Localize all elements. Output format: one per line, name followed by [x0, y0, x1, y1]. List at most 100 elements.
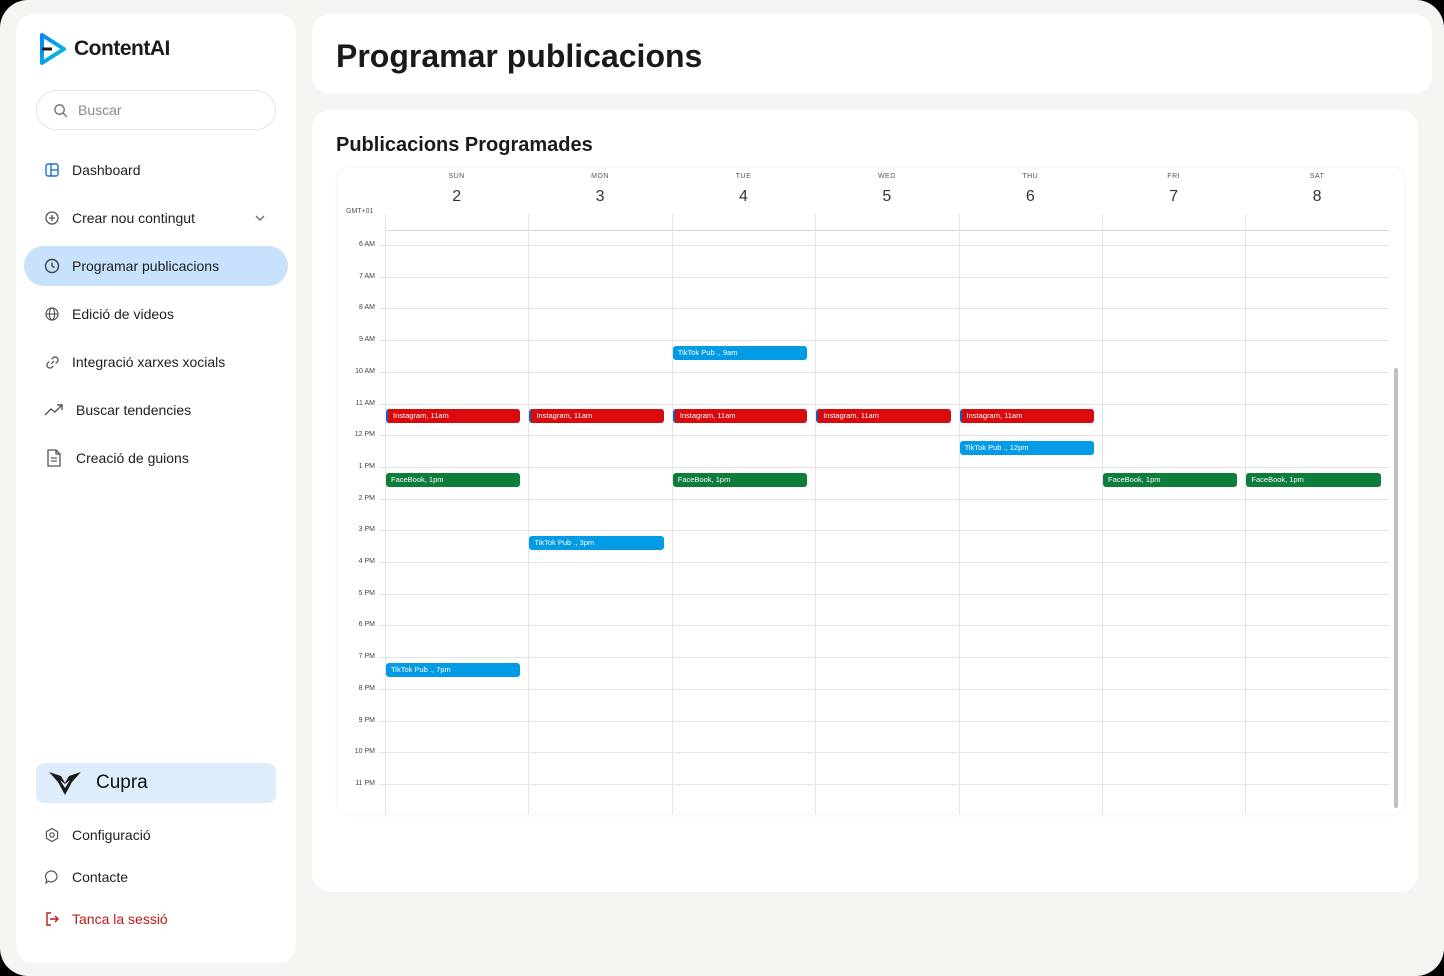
sidebar-item-scripts[interactable]: Creació de guions: [24, 438, 288, 478]
hour-line: [379, 340, 1389, 342]
contentai-logo-icon: [40, 33, 66, 65]
event-instagram[interactable]: Instagram, 11am: [816, 409, 951, 424]
week-calendar: GMT+01 SUN 2 MON 3 TUE 4 WED 5 THU 6 FRI 7 SAT 8 6 AM…: [338, 168, 1404, 814]
day-column-divider: [958, 214, 960, 814]
hour-line: [379, 720, 1389, 722]
link-icon: [44, 354, 60, 370]
search-input[interactable]: [78, 102, 258, 118]
day-number: 8: [1312, 188, 1322, 205]
cupra-logo-icon: [49, 772, 81, 795]
app-name: ContentAI: [74, 37, 170, 60]
hour-label: 10 AM: [355, 367, 375, 375]
event-tiktok[interactable]: TikTok Pub ., 12pm: [959, 441, 1094, 456]
day-header-wed[interactable]: WED 5: [815, 168, 958, 206]
event-tiktok[interactable]: TikTok Pub ., 9am: [672, 345, 808, 360]
day-name: TUE: [735, 173, 752, 180]
hour-line: [379, 245, 1389, 246]
day-number: 2: [452, 188, 462, 205]
hour-line: [379, 783, 1389, 785]
event-tiktok[interactable]: TikTok Pub ., 7pm: [386, 662, 521, 677]
day-header-fri[interactable]: FRI 7: [1102, 168, 1245, 206]
day-name: MON: [591, 173, 609, 180]
event-facebook[interactable]: FaceBook, 1pm: [1246, 472, 1381, 487]
calendar-header: GMT+01 SUN 2 MON 3 TUE 4 WED 5 THU 6 FRI 7 SAT 8: [338, 168, 1404, 232]
day-column-divider: [1245, 214, 1247, 814]
hour-label: 7 AM: [359, 272, 375, 280]
chat-bubble-icon: [44, 870, 58, 885]
event-facebook[interactable]: FaceBook, 1pm: [672, 472, 808, 487]
trending-up-icon: [44, 402, 64, 418]
hour-label: 9 PM: [358, 716, 375, 724]
chevron-down-icon[interactable]: [254, 211, 266, 227]
hour-line: [379, 752, 1389, 754]
hour-line: [379, 403, 1389, 405]
day-header-tue[interactable]: TUE 4: [672, 168, 815, 206]
settings-link[interactable]: Configuració: [44, 814, 284, 856]
hour-line: [379, 276, 1389, 278]
hour-label: 6 AM: [359, 241, 375, 248]
app-window: ContentAI Dashboard Crear nou contingut: [0, 0, 1444, 976]
day-header-sat[interactable]: SAT 8: [1245, 168, 1388, 206]
search-box[interactable]: [36, 90, 276, 130]
event-instagram[interactable]: Instagram, 11am: [529, 409, 664, 424]
day-number: 5: [882, 188, 892, 205]
section-title: Publicacions Programades: [336, 134, 593, 156]
hour-label: 8 PM: [358, 684, 375, 692]
sidebar-item-dashboard[interactable]: Dashboard: [24, 150, 288, 190]
hour-label: 12 PM: [354, 431, 375, 439]
logout-icon: [46, 912, 59, 926]
hour-line: [379, 435, 1389, 437]
hour-line: [379, 562, 1389, 563]
event-instagram[interactable]: Instagram, 11am: [386, 409, 521, 424]
event-facebook[interactable]: FaceBook, 1pm: [1103, 472, 1238, 487]
sidebar-item-social-integration[interactable]: Integració xarxes xocials: [24, 342, 288, 382]
settings-label: Configuració: [72, 827, 151, 843]
hour-line: [379, 308, 1389, 310]
day-header-thu[interactable]: THU 6: [959, 168, 1102, 206]
bottom-nav: Configuració Contacte Tanca la sessió: [44, 814, 284, 940]
dashboard-icon: [44, 162, 60, 178]
hour-line: [379, 593, 1389, 595]
hour-label: 4 PM: [358, 558, 375, 565]
sidebar-item-label: Crear nou contingut: [72, 210, 195, 226]
sidebar-item-label: Creació de guions: [76, 450, 189, 466]
search-icon: [54, 103, 68, 117]
event-tiktok[interactable]: TikTok Pub ., 3pm: [529, 536, 664, 551]
sidebar-item-create-content[interactable]: Crear nou contingut: [24, 198, 288, 238]
logout-link[interactable]: Tanca la sessió: [44, 898, 284, 940]
contact-link[interactable]: Contacte: [44, 856, 284, 898]
sidebar: ContentAI Dashboard Crear nou contingut: [16, 14, 296, 963]
event-facebook[interactable]: FaceBook, 1pm: [386, 472, 521, 487]
brand-name: Cupra: [96, 772, 148, 793]
app-logo[interactable]: ContentAI: [38, 32, 170, 66]
logout-label: Tanca la sessió: [72, 911, 168, 927]
sidebar-nav: Dashboard Crear nou contingut Programar …: [24, 150, 288, 486]
day-column-divider: [671, 214, 673, 814]
hour-line: [379, 498, 1389, 500]
sidebar-item-video-editing[interactable]: Edició de videos: [24, 294, 288, 334]
day-name: SAT: [1309, 173, 1325, 180]
hour-line: [379, 466, 1389, 468]
sidebar-item-trends[interactable]: Buscar tendencies: [24, 390, 288, 430]
event-instagram[interactable]: Instagram, 11am: [959, 409, 1094, 424]
brand-selector[interactable]: Cupra: [36, 763, 276, 803]
day-name: THU: [1022, 173, 1039, 180]
calendar-scrollbar[interactable]: [1394, 368, 1398, 808]
page-title: Programar publicacions: [336, 38, 703, 74]
hour-label: 7 PM: [358, 653, 375, 661]
day-number: 3: [595, 188, 605, 205]
globe-icon: [44, 306, 60, 322]
hour-label: 2 PM: [358, 494, 375, 502]
hour-label: 5 PM: [358, 589, 375, 597]
day-number: 7: [1169, 188, 1179, 205]
event-instagram[interactable]: Instagram, 11am: [672, 409, 808, 424]
clock-icon: [44, 258, 60, 274]
day-number: 6: [1025, 188, 1035, 205]
sidebar-item-schedule-posts[interactable]: Programar publicacions: [24, 246, 288, 286]
contact-label: Contacte: [72, 869, 129, 885]
main-panel: Publicacions Programades GMT+01 SUN 2 MON 3…: [312, 110, 1418, 892]
header-divider: [385, 230, 1389, 231]
day-header-sun[interactable]: SUN 2: [385, 168, 528, 206]
hour-label: 1 PM: [358, 462, 375, 470]
day-header-mon[interactable]: MON 3: [528, 168, 671, 206]
